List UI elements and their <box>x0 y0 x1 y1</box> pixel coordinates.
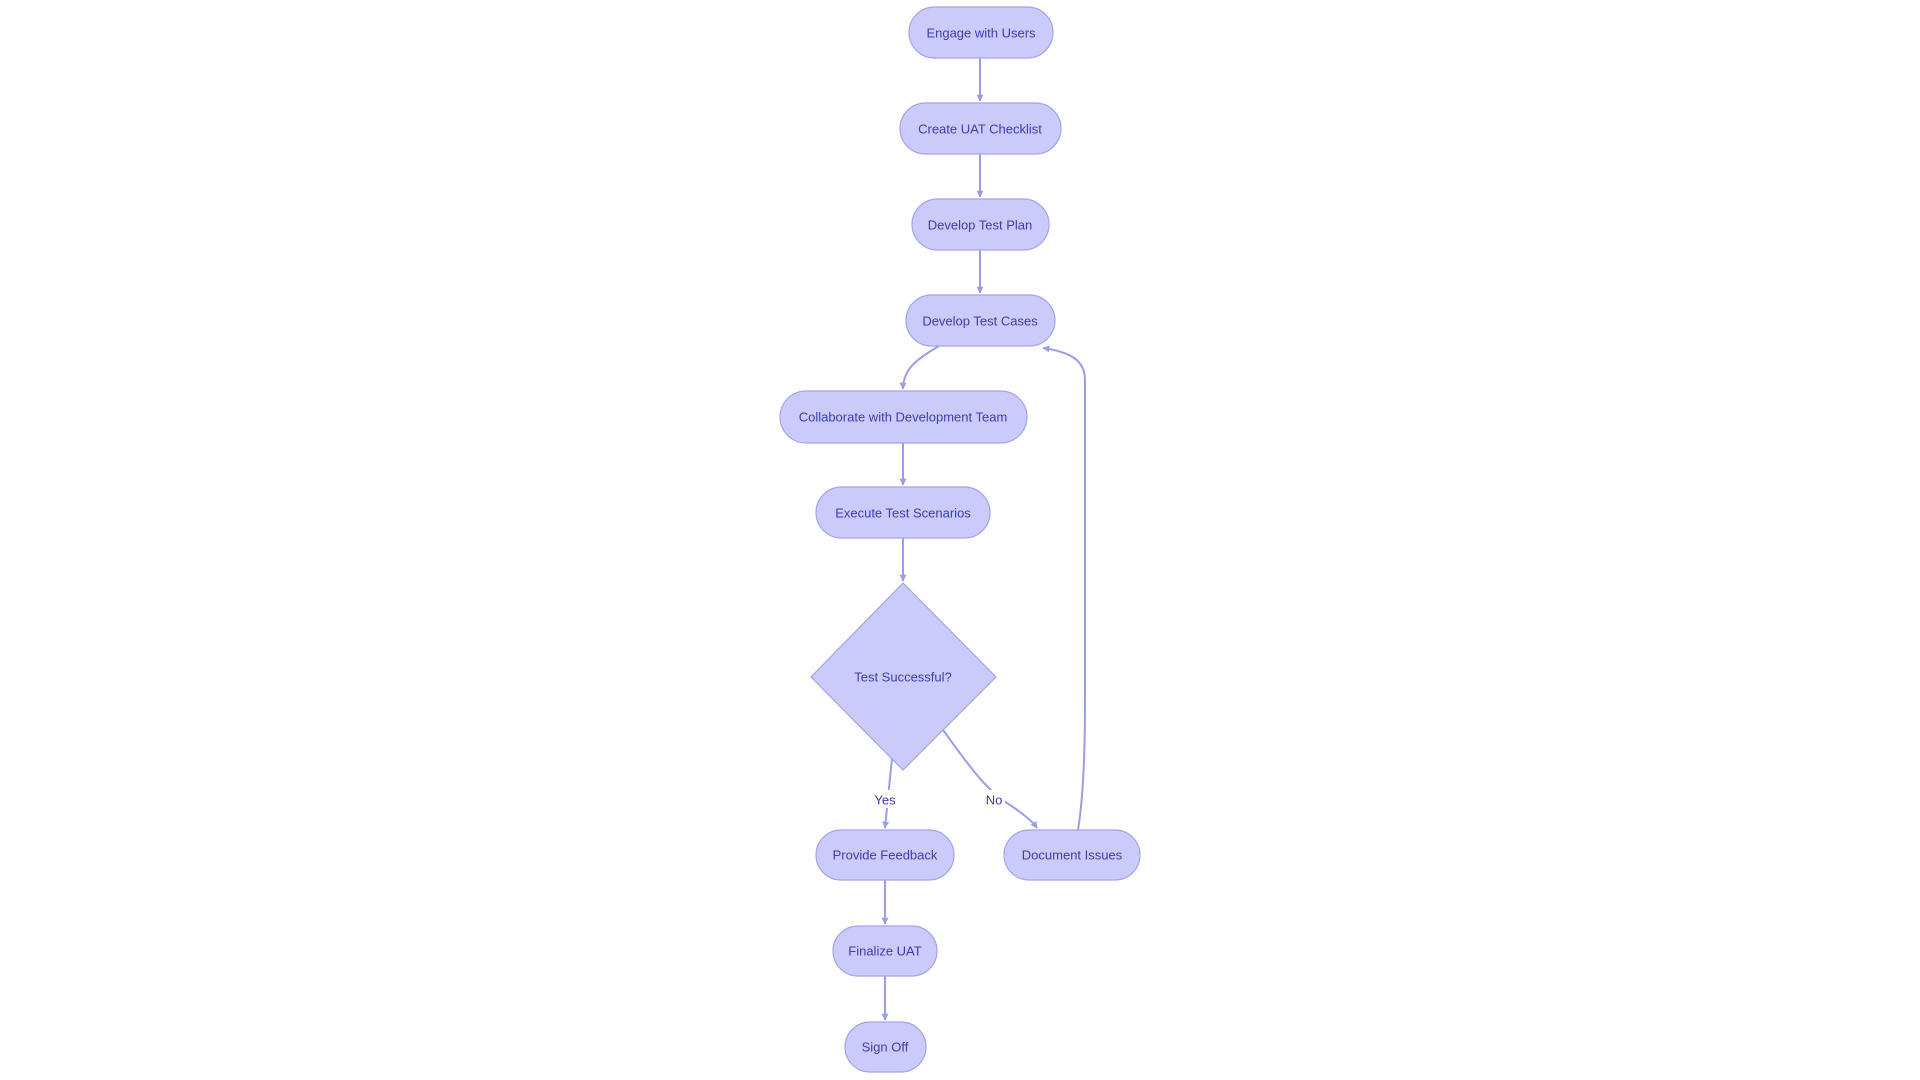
node-label: Develop Test Cases <box>922 314 1038 329</box>
node-develop-test-cases[interactable]: Develop Test Cases <box>905 294 1056 347</box>
edge-label-no-text: No <box>986 793 1003 808</box>
node-develop-test-plan[interactable]: Develop Test Plan <box>911 198 1050 251</box>
node-execute-test-scenarios[interactable]: Execute Test Scenarios <box>815 486 991 539</box>
node-document-issues[interactable]: Document Issues <box>1003 829 1141 881</box>
edge-decision-issues <box>942 729 1038 829</box>
node-finalize-uat[interactable]: Finalize UAT <box>832 925 938 977</box>
node-label: Document Issues <box>1022 848 1123 863</box>
node-label: Execute Test Scenarios <box>835 506 971 521</box>
node-provide-feedback[interactable]: Provide Feedback <box>815 829 955 881</box>
node-label: Develop Test Plan <box>928 218 1033 233</box>
flowchart-canvas: Yes No Engage with Users Create UAT Chec… <box>779 6 1141 1073</box>
edge-cases-collab <box>899 345 940 390</box>
node-engage-with-users[interactable]: Engage with Users <box>908 6 1054 59</box>
edge-label-yes-text: Yes <box>874 793 896 808</box>
node-collaborate-with-development-team[interactable]: Collaborate with Development Team <box>779 390 1028 444</box>
node-label: Finalize UAT <box>848 944 922 959</box>
node-label: Create UAT Checklist <box>918 122 1042 137</box>
node-test-successful-decision[interactable]: Test Successful? <box>810 582 997 771</box>
edge-issues-cases <box>1042 345 1086 831</box>
node-label: Test Successful? <box>854 670 952 685</box>
node-label: Sign Off <box>862 1040 909 1055</box>
node-create-uat-checklist[interactable]: Create UAT Checklist <box>899 102 1062 155</box>
node-label: Provide Feedback <box>833 848 938 863</box>
node-label: Engage with Users <box>926 26 1036 41</box>
node-sign-off[interactable]: Sign Off <box>844 1021 927 1073</box>
node-label: Collaborate with Development Team <box>799 410 1008 425</box>
edge-label-yes: Yes <box>872 790 898 808</box>
edge-label-no: No <box>983 790 1005 808</box>
